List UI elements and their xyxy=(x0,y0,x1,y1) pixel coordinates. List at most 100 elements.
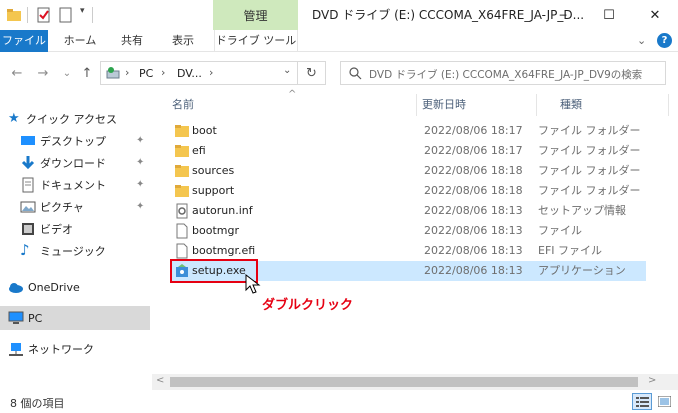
minimize-button[interactable]: ─ xyxy=(540,0,586,30)
network-icon xyxy=(9,343,23,356)
address-dropdown-icon[interactable]: ⌄ xyxy=(283,65,291,76)
manage-tab[interactable]: 管理 xyxy=(213,0,298,30)
star-icon: ★ xyxy=(8,111,20,126)
maximize-button[interactable]: ☐ xyxy=(586,0,632,30)
qa-customize-icon[interactable]: ▾ xyxy=(80,6,85,16)
nav-item-pc[interactable]: PC xyxy=(0,306,150,330)
pictures-icon xyxy=(20,201,36,213)
large-icons-view-icon xyxy=(658,396,671,407)
file-name: support xyxy=(192,184,235,197)
file-name: boot xyxy=(192,124,217,137)
back-button[interactable]: ← xyxy=(8,64,26,82)
tab-file[interactable]: ファイル xyxy=(0,30,48,52)
file-row-efi[interactable]: efi 2022/08/06 18:17 ファイル フォルダー xyxy=(170,141,646,161)
file-icon xyxy=(176,223,188,239)
folder-icon xyxy=(175,125,189,137)
file-date: 2022/08/06 18:13 xyxy=(424,244,523,257)
pin-icon: ✦ xyxy=(136,179,145,190)
up-button[interactable]: ↑ xyxy=(78,64,96,82)
nav-item-music[interactable]: ♪ ミュージック xyxy=(0,240,150,262)
file-row-bootmgr-efi[interactable]: bootmgr.efi 2022/08/06 18:13 EFI ファイル xyxy=(170,241,646,261)
music-icon: ♪ xyxy=(20,241,30,259)
maximize-icon: ☐ xyxy=(603,7,615,23)
breadcrumb-separator: › xyxy=(161,66,166,79)
file-date: 2022/08/06 18:18 xyxy=(424,164,523,177)
breadcrumb-separator: › xyxy=(209,66,214,79)
back-arrow-icon: ← xyxy=(11,65,23,81)
nav-item-documents[interactable]: ドキュメント ✦ xyxy=(0,174,150,196)
column-divider[interactable] xyxy=(668,94,669,116)
new-folder-icon[interactable] xyxy=(58,7,74,23)
scroll-left-icon[interactable]: < xyxy=(156,375,164,386)
search-placeholder: DVD ドライブ (E:) CCCOMA_X64FRE_JA-JP_DV9の検索 xyxy=(369,69,643,81)
breadcrumb-pc[interactable]: PC xyxy=(139,67,153,80)
title-bar: ▾ 管理 DVD ドライブ (E:) CCCOMA_X64FRE_JA-JP_D… xyxy=(0,0,678,30)
close-button[interactable]: ✕ xyxy=(632,0,678,30)
properties-icon[interactable] xyxy=(36,7,52,23)
file-row-support[interactable]: support 2022/08/06 18:18 ファイル フォルダー xyxy=(170,181,646,201)
large-icons-view-button[interactable] xyxy=(655,393,675,410)
column-header-type[interactable]: 種類 xyxy=(560,94,650,116)
file-type: ファイル フォルダー xyxy=(538,184,641,197)
file-row-autorun[interactable]: autorun.inf 2022/08/06 18:13 セットアップ情報 xyxy=(170,201,646,221)
file-type: EFI ファイル xyxy=(538,244,603,257)
explorer-folder-icon[interactable] xyxy=(6,7,22,23)
details-view-button[interactable] xyxy=(632,393,652,410)
tab-view[interactable]: 表示 xyxy=(160,30,206,52)
nav-item-label: ビデオ xyxy=(40,223,73,236)
pin-icon: ✦ xyxy=(136,135,145,146)
file-list: ^ 名前 更新日時 種類 boot 2022/08/06 18:17 ファイル … xyxy=(160,89,678,374)
minimize-icon: ─ xyxy=(559,8,567,22)
file-date: 2022/08/06 18:13 xyxy=(424,264,523,277)
chevron-down-icon: ⌄ xyxy=(62,67,72,79)
nav-item-network[interactable]: ネットワーク xyxy=(0,338,150,360)
column-header-date[interactable]: 更新日時 xyxy=(422,94,532,116)
scroll-thumb[interactable] xyxy=(170,377,638,387)
qa-divider xyxy=(92,7,93,23)
file-date: 2022/08/06 18:13 xyxy=(424,204,523,217)
tab-drive-tools[interactable]: ドライブ ツール xyxy=(214,30,298,52)
column-divider[interactable] xyxy=(416,94,417,116)
details-view-icon xyxy=(636,397,649,407)
file-name: bootmgr.efi xyxy=(192,244,256,257)
nav-item-downloads[interactable]: ダウンロード ✦ xyxy=(0,152,150,174)
tab-share[interactable]: 共有 xyxy=(112,30,152,52)
mouse-cursor-icon xyxy=(245,274,261,294)
breadcrumb-dvd[interactable]: DV... xyxy=(177,67,202,80)
file-type: ファイル フォルダー xyxy=(538,124,641,137)
nav-item-videos[interactable]: ビデオ xyxy=(0,218,150,240)
column-divider[interactable] xyxy=(536,94,537,116)
nav-item-pictures[interactable]: ピクチャ ✦ xyxy=(0,196,150,218)
navigation-pane: ★ クイック アクセス デスクトップ ✦ ダウンロード ✦ ドキュメント ✦ ピ… xyxy=(0,94,152,390)
recent-locations-button[interactable]: ⌄ xyxy=(58,64,76,82)
file-type: ファイル フォルダー xyxy=(538,144,641,157)
ribbon-expand-icon[interactable]: ⌄ xyxy=(637,34,646,47)
nav-item-desktop[interactable]: デスクトップ ✦ xyxy=(0,130,150,152)
tab-home[interactable]: ホーム xyxy=(56,30,104,52)
horizontal-scrollbar[interactable]: < > xyxy=(152,374,678,390)
column-header-name[interactable]: 名前 xyxy=(172,94,412,116)
nav-item-label: ピクチャ xyxy=(40,201,84,214)
scroll-right-icon[interactable]: > xyxy=(648,375,656,386)
file-type: ファイル フォルダー xyxy=(538,164,641,177)
file-date: 2022/08/06 18:17 xyxy=(424,124,523,137)
search-box[interactable]: DVD ドライブ (E:) CCCOMA_X64FRE_JA-JP_DV9の検索 xyxy=(340,61,666,85)
file-row-boot[interactable]: boot 2022/08/06 18:17 ファイル フォルダー xyxy=(170,121,646,141)
refresh-icon: ↻ xyxy=(306,65,317,81)
nav-item-label: デスクトップ xyxy=(40,135,106,148)
file-row-bootmgr[interactable]: bootmgr 2022/08/06 18:13 ファイル xyxy=(170,221,646,241)
pin-icon: ✦ xyxy=(136,201,145,212)
help-icon[interactable]: ? xyxy=(657,33,672,48)
dvd-drive-icon xyxy=(106,67,120,79)
file-name: sources xyxy=(192,164,235,177)
file-row-sources[interactable]: sources 2022/08/06 18:18 ファイル フォルダー xyxy=(170,161,646,181)
pc-icon xyxy=(8,311,24,324)
address-bar[interactable]: › PC › DV... › ⌄ xyxy=(100,61,298,85)
desktop-icon xyxy=(21,136,35,145)
refresh-button[interactable]: ↻ xyxy=(298,61,326,85)
forward-button[interactable]: → xyxy=(34,64,52,82)
file-date: 2022/08/06 18:18 xyxy=(424,184,523,197)
nav-item-onedrive[interactable]: OneDrive xyxy=(0,276,150,298)
nav-quick-access[interactable]: ★ クイック アクセス xyxy=(0,108,150,130)
nav-item-label: ネットワーク xyxy=(28,343,94,356)
